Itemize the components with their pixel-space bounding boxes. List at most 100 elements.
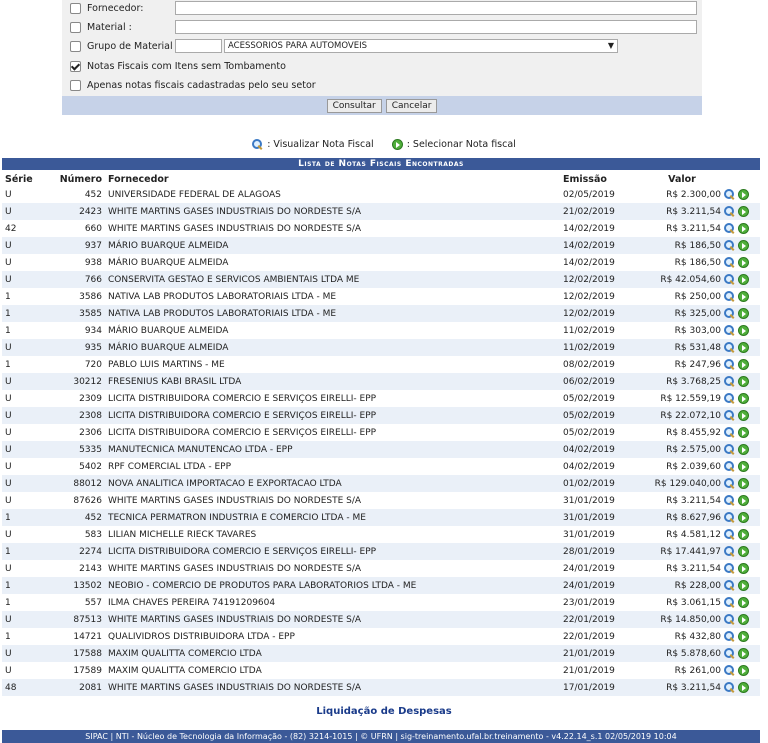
liquidacao-link[interactable]: Liquidação de Despesas	[0, 706, 768, 717]
view-magnifier-icon[interactable]	[724, 325, 735, 336]
select-arrow-icon[interactable]	[738, 614, 749, 625]
view-magnifier-icon[interactable]	[724, 682, 735, 693]
view-magnifier-icon[interactable]	[724, 461, 735, 472]
select-arrow-icon[interactable]	[738, 546, 749, 557]
select-arrow-icon[interactable]	[738, 223, 749, 234]
cell-serie: 42	[5, 223, 17, 234]
view-magnifier-icon[interactable]	[724, 427, 735, 438]
select-arrow-icon[interactable]	[738, 308, 749, 319]
cell-fornecedor: MÁRIO BUARQUE ALMEIDA	[108, 257, 229, 268]
select-arrow-icon[interactable]	[738, 376, 749, 387]
cell-numero: 88012	[40, 475, 105, 492]
select-arrow-icon[interactable]	[738, 444, 749, 455]
fornecedor-checkbox[interactable]	[70, 2, 81, 14]
select-arrow-icon[interactable]	[738, 665, 749, 676]
select-arrow-icon[interactable]	[738, 631, 749, 642]
row-actions	[724, 305, 760, 322]
cell-serie: 1	[2, 305, 40, 322]
cell-emissao: 06/02/2019	[560, 373, 640, 390]
consultar-button[interactable]: Consultar	[326, 98, 382, 113]
row-actions	[724, 441, 760, 458]
select-arrow-icon[interactable]	[738, 597, 749, 608]
view-magnifier-icon[interactable]	[724, 512, 735, 523]
view-magnifier-icon[interactable]	[724, 189, 735, 200]
select-arrow-icon[interactable]	[738, 257, 749, 268]
select-arrow-icon[interactable]	[738, 410, 749, 421]
cell-fornecedor: MÁRIO BUARQUE ALMEIDA	[108, 325, 229, 336]
view-magnifier-icon[interactable]	[724, 580, 735, 591]
select-arrow-icon[interactable]	[738, 563, 749, 574]
view-magnifier-icon[interactable]	[724, 597, 735, 608]
cell-numero: 2143	[79, 563, 102, 574]
select-arrow-icon[interactable]	[738, 495, 749, 506]
view-magnifier-icon[interactable]	[724, 291, 735, 302]
fornecedor-input[interactable]	[175, 1, 697, 15]
view-magnifier-icon[interactable]	[724, 223, 735, 234]
select-arrow-icon[interactable]	[738, 427, 749, 438]
tombamento-checkbox[interactable]	[70, 60, 81, 72]
view-magnifier-icon[interactable]	[724, 359, 735, 370]
material-checkbox[interactable]	[70, 21, 81, 33]
view-magnifier-icon[interactable]	[724, 546, 735, 557]
cell-serie: U	[2, 203, 40, 220]
select-arrow-icon[interactable]	[738, 393, 749, 404]
view-magnifier-icon[interactable]	[724, 240, 735, 251]
row-actions	[724, 475, 760, 492]
select-arrow-icon[interactable]	[738, 274, 749, 285]
select-arrow-icon[interactable]	[738, 682, 749, 693]
view-magnifier-icon[interactable]	[724, 274, 735, 285]
select-arrow-icon[interactable]	[738, 291, 749, 302]
select-arrow-icon[interactable]	[738, 325, 749, 336]
select-arrow-icon[interactable]	[738, 529, 749, 540]
select-arrow-icon[interactable]	[738, 648, 749, 659]
select-arrow-icon[interactable]	[738, 189, 749, 200]
select-arrow-icon[interactable]	[738, 206, 749, 217]
select-arrow-icon[interactable]	[738, 359, 749, 370]
grupo-code-input[interactable]	[175, 39, 222, 53]
cell-valor: R$ 432,80	[674, 631, 721, 642]
view-magnifier-icon[interactable]	[724, 308, 735, 319]
select-arrow-icon[interactable]	[738, 461, 749, 472]
grupo-row: Grupo de Material :	[70, 38, 179, 54]
view-magnifier-icon[interactable]	[724, 529, 735, 540]
view-magnifier-icon[interactable]	[724, 563, 735, 574]
select-arrow-icon[interactable]	[738, 240, 749, 251]
view-magnifier-icon[interactable]	[724, 631, 735, 642]
view-magnifier-icon[interactable]	[724, 410, 735, 421]
cell-fornecedor: NOVA ANALITICA IMPORTACAO E EXPORTACAO L…	[105, 475, 560, 492]
grupo-select-value: ACESSORIOS PARA AUTOMOVEIS	[228, 41, 368, 51]
material-input[interactable]	[175, 20, 697, 34]
view-magnifier-icon[interactable]	[724, 648, 735, 659]
view-magnifier-icon[interactable]	[724, 665, 735, 676]
cell-numero: 3585	[40, 305, 105, 322]
table-row: U 452 UNIVERSIDADE FEDERAL DE ALAGOAS 02/05…	[2, 186, 760, 203]
select-arrow-icon[interactable]	[738, 580, 749, 591]
cell-serie: U	[5, 189, 12, 200]
table-row: U 935 MÁRIO BUARQUE ALMEIDA 11/02/2019 R$ 53…	[2, 339, 760, 356]
table-row: 48 2081 WHITE MARTINS GASES INDUSTRIAIS DO…	[2, 679, 760, 696]
cell-emissao: 12/02/2019	[560, 271, 640, 288]
row-actions	[724, 322, 760, 339]
select-arrow-icon[interactable]	[738, 512, 749, 523]
cancelar-button[interactable]: Cancelar	[385, 98, 438, 113]
view-magnifier-icon[interactable]	[724, 614, 735, 625]
view-magnifier-icon[interactable]	[724, 495, 735, 506]
chevron-down-icon: ▼	[607, 41, 614, 50]
grupo-select[interactable]: ACESSORIOS PARA AUTOMOVEIS ▼	[224, 39, 618, 53]
cell-numero: 557	[84, 597, 102, 608]
view-magnifier-icon[interactable]	[724, 393, 735, 404]
select-arrow-icon[interactable]	[738, 478, 749, 489]
cell-fornecedor: LILIAN MICHELLE RIECK TAVARES	[108, 529, 257, 540]
view-magnifier-icon[interactable]	[724, 206, 735, 217]
view-magnifier-icon[interactable]	[724, 376, 735, 387]
cell-emissao: 21/02/2019	[560, 203, 640, 220]
view-magnifier-icon[interactable]	[724, 444, 735, 455]
grupo-checkbox[interactable]	[70, 40, 81, 52]
select-arrow-icon[interactable]	[738, 342, 749, 353]
row-actions	[724, 526, 760, 543]
view-magnifier-icon[interactable]	[724, 257, 735, 268]
cell-emissao: 22/01/2019	[563, 631, 615, 642]
view-magnifier-icon[interactable]	[724, 478, 735, 489]
setor-checkbox[interactable]	[70, 79, 81, 91]
view-magnifier-icon[interactable]	[724, 342, 735, 353]
